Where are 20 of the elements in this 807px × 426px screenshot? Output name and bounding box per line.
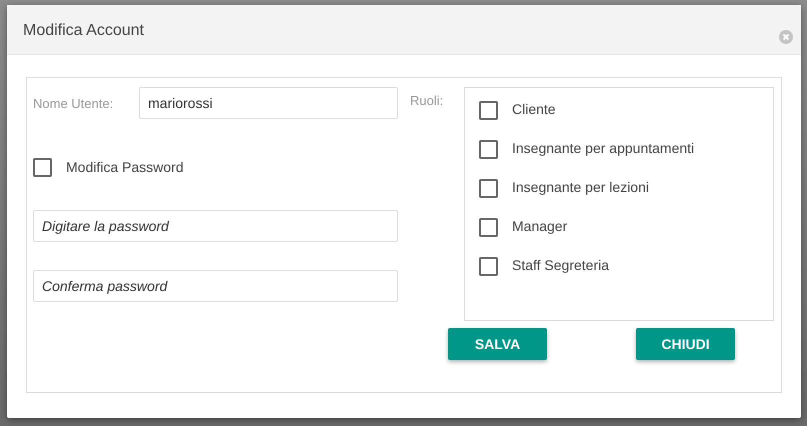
- checkbox[interactable]: [33, 158, 52, 176]
- role-label: Staff Segreteria: [512, 257, 610, 273]
- field-label: Ruoli:: [410, 93, 444, 108]
- checkbox[interactable]: [479, 140, 498, 159]
- role-label: Manager: [512, 218, 568, 234]
- checkbox[interactable]: [479, 179, 498, 198]
- username-field[interactable]: mariorossi: [139, 87, 398, 119]
- save-button[interactable]: SALVA: [448, 328, 547, 360]
- checkbox-label: Modifica Password: [66, 159, 184, 175]
- checkbox[interactable]: [479, 257, 498, 276]
- password-field[interactable]: Digitare la password: [33, 210, 398, 242]
- role-label: Insegnante per appuntamenti: [512, 140, 694, 156]
- field-label: Nome Utente:: [33, 96, 114, 110]
- dialog-title: Modifica Account: [23, 22, 144, 40]
- role-label: Insegnante per lezioni: [512, 179, 649, 195]
- checkbox[interactable]: [479, 101, 498, 120]
- password-field[interactable]: Conferma password: [33, 270, 398, 302]
- role-label: Cliente: [512, 101, 556, 117]
- checkbox[interactable]: [479, 218, 498, 237]
- close-button[interactable]: CHIUDI: [636, 328, 735, 360]
